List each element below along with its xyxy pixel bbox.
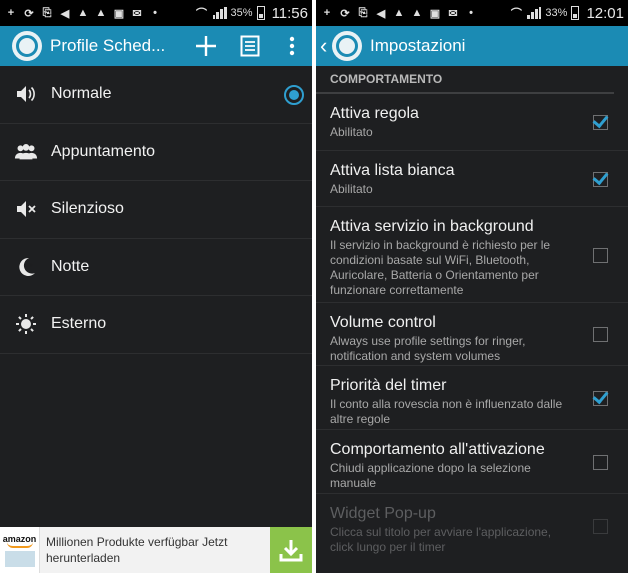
sync-notification-icon: ⟳ — [340, 7, 350, 20]
speaker-mute-icon — [14, 197, 38, 221]
pref-attiva-lista-bianca[interactable]: Attiva lista bianca Abilitato — [316, 151, 628, 207]
selected-radio[interactable] — [284, 85, 304, 105]
checkbox-checked[interactable] — [593, 171, 608, 187]
pref-volume-control[interactable]: Volume control Always use profile settin… — [316, 303, 628, 366]
screen-title: Impostazioni — [370, 36, 466, 55]
pref-title: Attiva servizio in background — [330, 218, 534, 235]
download-icon — [279, 540, 303, 562]
status-bar: + ⟳ ⎘ ◀ ▲ ▲ ▣ ✉ • ⌒ 35% 11:56 — [0, 0, 312, 26]
profile-label: Appuntamento — [51, 142, 156, 160]
ad-text: Millionen Produkte verfügbar Jetzt herun… — [46, 535, 228, 565]
checkbox-disabled — [593, 519, 608, 534]
clock: 12:01 — [586, 4, 624, 22]
pref-title: Comportamento all'attivazione — [330, 441, 545, 458]
mail-notification-icon: ✉ — [448, 7, 458, 20]
section-header: COMPORTAMENTO — [316, 66, 614, 94]
pref-title: Attiva regola — [330, 105, 419, 122]
profile-item-esterno[interactable]: Esterno — [0, 296, 312, 354]
file-notification-icon: ⎘ — [358, 6, 368, 19]
download-button[interactable] — [270, 527, 312, 573]
plus-icon — [196, 36, 216, 56]
overflow-menu-button[interactable] — [272, 26, 312, 66]
image-notification-icon: ▣ — [113, 7, 125, 20]
profile-label: Notte — [51, 257, 90, 275]
pref-summary: Abilitato — [330, 182, 373, 196]
pref-summary: Il servizio in background è richiesto pe… — [330, 238, 551, 297]
pref-summary: Il conto alla rovescia non è influenzato… — [330, 397, 563, 426]
pref-widget-popup: Widget Pop-up Clicca sul titolo per avvi… — [316, 494, 628, 558]
pref-title: Attiva lista bianca — [330, 162, 455, 179]
profile-item-normale[interactable]: Normale — [0, 66, 312, 124]
amazon-smile-icon — [6, 542, 33, 548]
sync-notification-icon: ⟳ — [24, 7, 34, 20]
app-logo-icon[interactable] — [12, 31, 42, 61]
profile-item-silenzioso[interactable]: Silenzioso — [0, 181, 312, 239]
warning-icon: ▲ — [393, 7, 405, 19]
profile-item-appuntamento[interactable]: Appuntamento — [0, 124, 312, 181]
moon-icon — [14, 255, 38, 279]
pref-title: Widget Pop-up — [330, 505, 436, 522]
amazon-logo: amazon — [0, 527, 40, 573]
checkbox-unchecked[interactable] — [593, 454, 608, 470]
plus-notification-icon: + — [323, 7, 331, 19]
pref-title: Volume control — [330, 314, 436, 331]
action-bar: ‹ Impostazioni — [316, 26, 628, 66]
pref-attiva-regola[interactable]: Attiva regola Abilitato — [316, 94, 628, 151]
action-bar: Profile Sched... — [0, 26, 312, 66]
package-icon — [4, 550, 35, 567]
volume-notification-icon: ◀ — [376, 7, 386, 20]
battery-percent: 33% — [545, 7, 568, 19]
warning-icon: ▲ — [411, 7, 423, 19]
speaker-icon — [14, 82, 38, 106]
image-notification-icon: ▣ — [429, 7, 441, 20]
pref-summary: Clicca sul titolo per avviare l'applicaz… — [330, 525, 552, 554]
profile-label: Esterno — [51, 315, 107, 333]
profile-label: Silenzioso — [51, 200, 124, 218]
plus-notification-icon: + — [7, 7, 15, 19]
sun-icon — [14, 312, 38, 336]
signal-icon — [212, 7, 227, 19]
right-screen: + ⟳ ⎘ ◀ ▲ ▲ ▣ ✉ • ⌒ 33% 12:01 ‹ Impostaz… — [316, 0, 628, 573]
app-logo-icon[interactable] — [332, 31, 362, 61]
battery-icon — [256, 6, 265, 20]
app-title: Profile Sched... — [50, 36, 166, 55]
checkbox-checked[interactable] — [593, 115, 608, 130]
pref-title: Priorità del timer — [330, 377, 447, 394]
volume-notification-icon: ◀ — [60, 7, 70, 20]
battery-icon — [571, 6, 580, 20]
profile-list: Normale Appuntamento Silenzioso Notte Es… — [0, 66, 312, 354]
pref-servizio-background[interactable]: Attiva servizio in background Il servizi… — [316, 207, 628, 303]
pref-summary: Chiudi applicazione dopo la selezione ma… — [330, 461, 531, 490]
file-notification-icon: ⎘ — [42, 6, 52, 19]
profile-label: Normale — [51, 85, 112, 103]
ad-banner[interactable]: amazon Millionen Produkte verfügbar Jetz… — [0, 527, 312, 573]
wifi-icon: ⌒ — [510, 8, 522, 20]
clock: 11:56 — [271, 4, 308, 22]
overflow-icon — [289, 36, 295, 56]
warning-icon: ▲ — [95, 7, 107, 19]
mail-notification-icon: ✉ — [132, 7, 142, 20]
pref-priorita-timer[interactable]: Priorità del timer Il conto alla rovesci… — [316, 366, 628, 430]
settings-list: COMPORTAMENTO Attiva regola Abilitato At… — [316, 66, 628, 558]
people-icon — [14, 140, 38, 164]
status-bar: + ⟳ ⎘ ◀ ▲ ▲ ▣ ✉ • ⌒ 33% 12:01 — [316, 0, 628, 26]
add-button[interactable] — [184, 26, 228, 66]
pref-comportamento-attivazione[interactable]: Comportamento all'attivazione Chiudi app… — [316, 430, 628, 494]
back-chevron-icon[interactable]: ‹ — [320, 33, 330, 59]
more-notifications-icon: • — [153, 7, 157, 19]
list-button[interactable] — [228, 26, 272, 66]
checkbox-unchecked[interactable] — [593, 327, 608, 342]
warning-icon: ▲ — [77, 7, 89, 19]
wifi-icon: ⌒ — [196, 8, 208, 20]
profile-item-notte[interactable]: Notte — [0, 239, 312, 296]
checkbox-unchecked[interactable] — [593, 247, 608, 263]
list-icon — [240, 35, 260, 57]
pref-summary: Abilitato — [330, 125, 373, 139]
signal-icon — [527, 7, 542, 19]
checkbox-checked[interactable] — [593, 390, 608, 406]
pref-summary: Always use profile settings for ringer, … — [330, 334, 526, 363]
left-screen: + ⟳ ⎘ ◀ ▲ ▲ ▣ ✉ • ⌒ 35% 11:56 Profile Sc… — [0, 0, 312, 573]
battery-percent: 35% — [230, 7, 253, 19]
more-notifications-icon: • — [469, 7, 473, 19]
